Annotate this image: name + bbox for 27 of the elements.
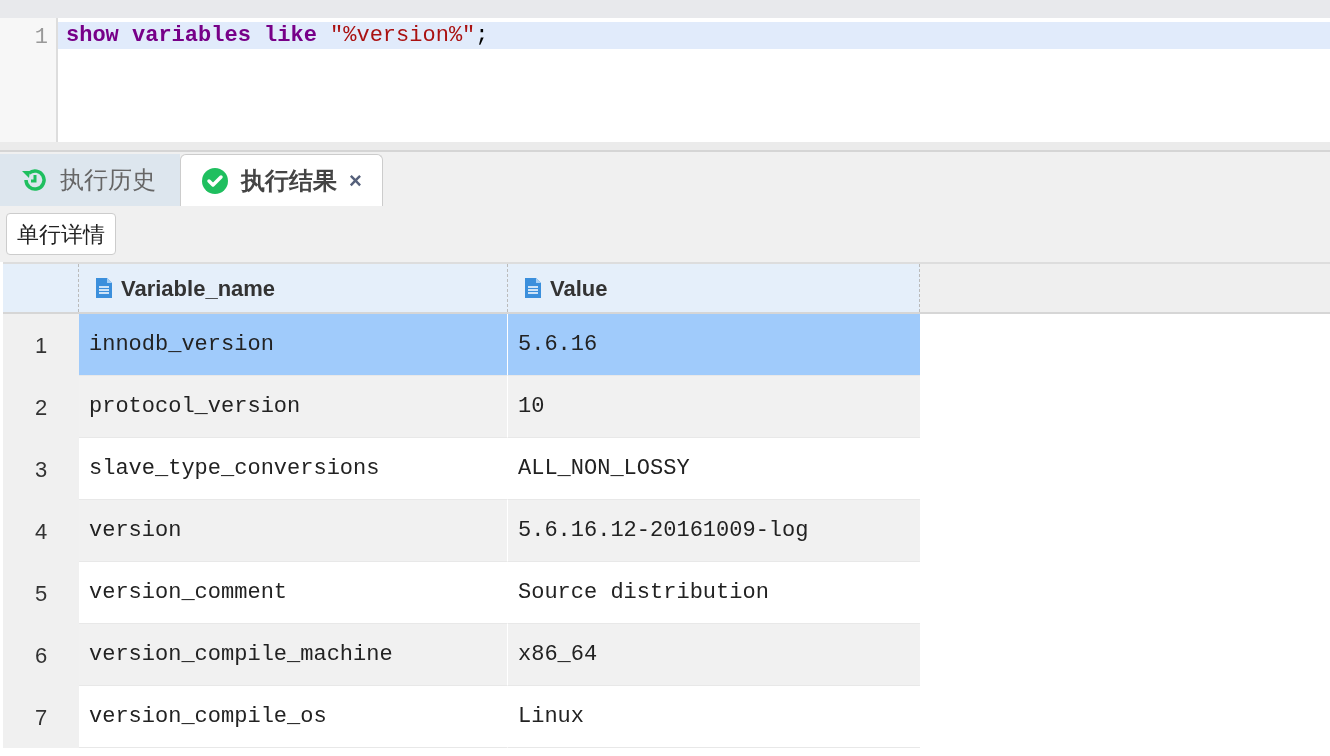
history-icon xyxy=(20,167,48,193)
row-number: 3 xyxy=(3,438,79,500)
row-number: 5 xyxy=(3,562,79,624)
row-number: 4 xyxy=(3,500,79,562)
table-cell[interactable]: 5.6.16 xyxy=(508,314,920,376)
row-details-button[interactable]: 单行详情 xyxy=(6,213,116,255)
row-number: 1 xyxy=(3,314,79,376)
check-circle-icon xyxy=(201,166,229,195)
splitter-bar[interactable] xyxy=(0,142,1330,152)
row-number: 2 xyxy=(3,376,79,438)
table-cell[interactable]: version xyxy=(79,500,508,562)
table-cell[interactable]: x86_64 xyxy=(508,624,920,686)
code-editor[interactable]: 1 show variables like "%version%"; xyxy=(0,18,1330,142)
line-number: 1 xyxy=(33,24,49,52)
tab[interactable]: 执行结果 × xyxy=(180,154,383,206)
row-number: 7 xyxy=(3,686,79,748)
table-cell[interactable]: protocol_version xyxy=(79,376,508,438)
close-icon[interactable]: × xyxy=(349,169,362,192)
row-number: 6 xyxy=(3,624,79,686)
column-header[interactable]: Variable_name xyxy=(79,264,508,312)
table-cell[interactable]: 5.6.16.12-20161009-log xyxy=(508,500,920,562)
table-cell[interactable]: 10 xyxy=(508,376,920,438)
tab[interactable]: 执行历史 xyxy=(0,154,180,206)
table-cell[interactable]: version_compile_machine xyxy=(79,624,508,686)
table-cell[interactable]: innodb_version xyxy=(79,314,508,376)
document-icon xyxy=(95,277,113,299)
document-icon xyxy=(524,277,542,299)
